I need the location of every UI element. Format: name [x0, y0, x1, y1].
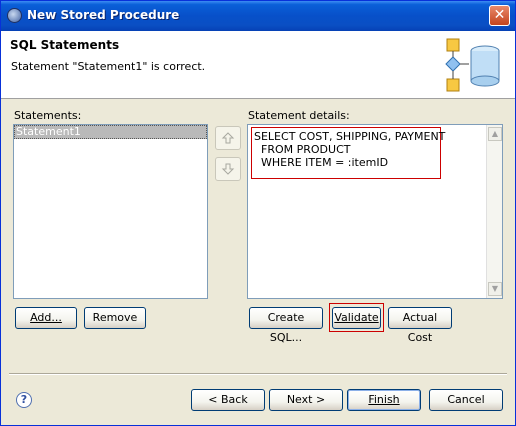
- window-title: New Stored Procedure: [27, 8, 180, 22]
- finish-label: Finish: [368, 393, 400, 406]
- create-sql-button[interactable]: Create SQL...: [249, 307, 323, 344]
- finish-button[interactable]: Finish: [347, 389, 421, 411]
- back-label: < Back: [208, 393, 248, 406]
- database-flow-icon: [445, 38, 500, 92]
- remove-button-label: Remove: [92, 311, 138, 324]
- eclipse-icon: [7, 8, 22, 23]
- create-sql-label: Create SQL...: [267, 311, 305, 344]
- wizard-header: SQL Statements Statement "Statement1" is…: [1, 31, 515, 99]
- list-item[interactable]: Statement1: [14, 125, 207, 139]
- scroll-up-icon[interactable]: ▲: [488, 127, 502, 141]
- statement-details-label: Statement details:: [248, 109, 350, 122]
- sql-line-1: SELECT COST, SHIPPING, PAYMENT: [254, 130, 446, 143]
- scroll-down-icon[interactable]: ▼: [488, 282, 502, 296]
- validate-button[interactable]: Validate: [332, 307, 381, 329]
- back-button[interactable]: < Back: [191, 389, 265, 411]
- sql-editor[interactable]: SELECT COST, SHIPPING, PAYMENT FROM PROD…: [247, 124, 503, 299]
- statements-list[interactable]: Statement1: [13, 124, 208, 299]
- add-button[interactable]: Add...: [15, 307, 77, 329]
- title-bar[interactable]: New Stored Procedure ✕: [1, 1, 515, 31]
- remove-button[interactable]: Remove: [84, 307, 146, 329]
- status-message: Statement "Statement1" is correct.: [11, 60, 206, 73]
- cancel-button[interactable]: Cancel: [429, 389, 503, 411]
- move-down-button[interactable]: [215, 157, 241, 181]
- sql-line-3: WHERE ITEM = :itemID: [254, 156, 389, 169]
- close-icon[interactable]: ✕: [489, 5, 510, 26]
- dialog-window: New Stored Procedure ✕ SQL Statements St…: [0, 0, 516, 426]
- actual-cost-label: Actual Cost: [402, 311, 438, 344]
- validate-label: Validate: [334, 311, 379, 324]
- sql-scrollbar[interactable]: ▲ ▼: [486, 125, 502, 298]
- next-button[interactable]: Next >: [269, 389, 343, 411]
- footer-divider: [9, 373, 507, 375]
- page-title: SQL Statements: [10, 38, 120, 52]
- statements-label: Statements:: [14, 109, 82, 122]
- move-up-button[interactable]: [215, 126, 241, 150]
- help-icon[interactable]: ?: [16, 392, 32, 408]
- next-label: Next >: [286, 393, 326, 406]
- sql-line-2: FROM PRODUCT: [254, 143, 351, 156]
- arrow-down-icon: [221, 163, 235, 175]
- add-button-label: Add...: [30, 311, 62, 324]
- arrow-up-icon: [221, 132, 235, 144]
- actual-cost-button[interactable]: Actual Cost: [388, 307, 452, 344]
- cancel-label: Cancel: [447, 393, 485, 406]
